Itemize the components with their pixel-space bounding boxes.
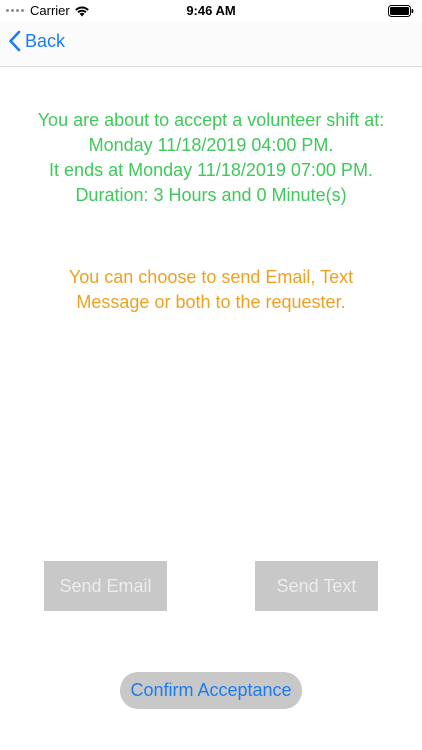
battery-icon bbox=[388, 5, 414, 17]
send-text-button[interactable]: Send Text bbox=[255, 561, 378, 611]
screen: Carrier 9:46 AM Back You are about to ac… bbox=[0, 0, 422, 750]
send-email-button[interactable]: Send Email bbox=[44, 561, 167, 611]
confirm-acceptance-button[interactable]: Confirm Acceptance bbox=[120, 672, 302, 709]
back-label: Back bbox=[25, 30, 66, 51]
shift-line-start: Monday 11/18/2019 04:00 PM. bbox=[88, 135, 334, 155]
shift-line-intro: You are about to accept a volunteer shif… bbox=[37, 110, 385, 130]
status-bar: Carrier 9:46 AM bbox=[0, 0, 422, 22]
shift-details: You are about to accept a volunteer shif… bbox=[0, 108, 422, 208]
back-button[interactable]: Back bbox=[8, 30, 65, 52]
chevron-left-icon bbox=[8, 30, 21, 52]
nav-bar: Back bbox=[0, 22, 422, 67]
status-time: 9:46 AM bbox=[186, 3, 236, 18]
shift-line-end: It ends at Monday 11/18/2019 07:00 PM. bbox=[49, 160, 373, 180]
send-options-notice: You can choose to send Email, Text Messa… bbox=[68, 267, 354, 312]
shift-line-duration: Duration: 3 Hours and 0 Minute(s) bbox=[75, 185, 347, 205]
